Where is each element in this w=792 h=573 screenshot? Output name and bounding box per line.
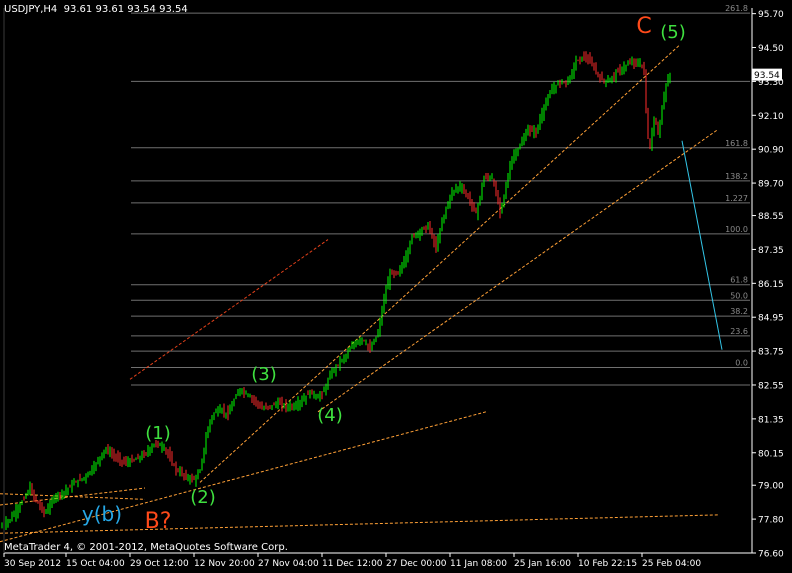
price-tick-label: 88.55 <box>758 212 784 222</box>
copyright-footer: MetaTrader 4, © 2001-2012, MetaQuotes So… <box>4 542 288 553</box>
time-tick-label: 27 Dec 00:00 <box>386 559 447 569</box>
wave-label: B? <box>145 509 172 534</box>
fibonacci-levels: 261.8 161.8 138.2 1.227 100.0 61.8 50.0 38.2 23.… <box>131 4 750 386</box>
time-tick-label: 15 Oct 04:00 <box>66 559 125 569</box>
fib-level-label: 0.0 <box>735 358 748 367</box>
fib-level-label: 1.227 <box>725 194 748 203</box>
time-tick-label: 11 Dec 12:00 <box>322 559 383 569</box>
price-tick-label: 82.55 <box>758 381 784 391</box>
fib-level-label: 138.2 <box>725 172 748 181</box>
fib-level-label: 161.8 <box>725 139 748 148</box>
price-tick-label: 86.15 <box>758 280 784 290</box>
wave-label: (5) <box>660 22 686 43</box>
fib-level-label: 50.0 <box>730 291 748 300</box>
mid-trend-line <box>0 411 487 543</box>
price-tick-label: 89.70 <box>758 180 784 190</box>
price-tick-label: 94.50 <box>758 44 784 54</box>
trend-lines <box>0 44 723 543</box>
lower-trend-line <box>317 129 719 413</box>
wave-label: (1) <box>145 423 171 444</box>
current-price-value: 93.54 <box>754 71 780 81</box>
projection-line <box>681 140 723 350</box>
time-tick-label: 10 Feb 22:15 <box>578 559 637 569</box>
price-tick-label: 95.70 <box>758 10 784 20</box>
price-tick-label: 87.35 <box>758 246 784 256</box>
price-tick-label: 90.90 <box>758 146 784 156</box>
wave-label: y(b) <box>82 502 122 526</box>
time-tick-label: 25 Jan 16:00 <box>514 559 571 569</box>
time-tick-label: 12 Nov 20:00 <box>194 559 255 569</box>
time-tick-label: 27 Nov 04:00 <box>258 559 319 569</box>
wave-label: (3) <box>251 364 277 385</box>
symbol-name: USDJPY,H4 <box>4 4 58 15</box>
price-tick-label: 81.35 <box>758 415 784 425</box>
upper-trend-line <box>199 44 681 483</box>
price-tick-label: 83.75 <box>758 348 784 358</box>
fib-level-label: 261.8 <box>725 4 748 13</box>
price-tick-label: 84.95 <box>758 314 784 324</box>
channel-line <box>129 239 329 380</box>
time-tick-label: 30 Sep 2012 <box>4 559 61 569</box>
wave-label: (2) <box>190 487 216 508</box>
candles <box>1 51 671 531</box>
time-tick-label: 11 Jan 08:00 <box>450 559 507 569</box>
ohlc-values: 93.61 93.61 93.54 93.54 <box>63 4 188 15</box>
axes: 95.7094.5093.3092.1090.9089.7088.5587.35… <box>3 8 784 569</box>
time-tick-label: 25 Feb 04:00 <box>642 559 701 569</box>
fib-level-label: 38.2 <box>730 307 748 316</box>
wave-labels: (1) (2) (3) (4) (5) C B? y(b) <box>82 14 686 534</box>
time-tick-label: 29 Oct 12:00 <box>130 559 189 569</box>
price-tick-label: 77.80 <box>758 516 784 526</box>
price-chart[interactable]: 261.8 161.8 138.2 1.227 100.0 61.8 50.0 38.2 23.… <box>0 0 792 573</box>
fib-level-label: 61.8 <box>730 276 748 285</box>
wave-label: C <box>636 14 651 39</box>
price-tick-label: 80.15 <box>758 449 784 459</box>
symbol-header: USDJPY,H4 93.61 93.61 93.54 93.54 <box>4 4 188 15</box>
fib-level-label: 23.6 <box>730 327 748 336</box>
fib-level-label: 100.0 <box>725 225 748 234</box>
wave-label: (4) <box>317 405 343 426</box>
price-tick-label: 79.00 <box>758 482 784 492</box>
price-tick-label: 92.10 <box>758 112 784 122</box>
price-tick-label: 76.60 <box>758 550 784 560</box>
